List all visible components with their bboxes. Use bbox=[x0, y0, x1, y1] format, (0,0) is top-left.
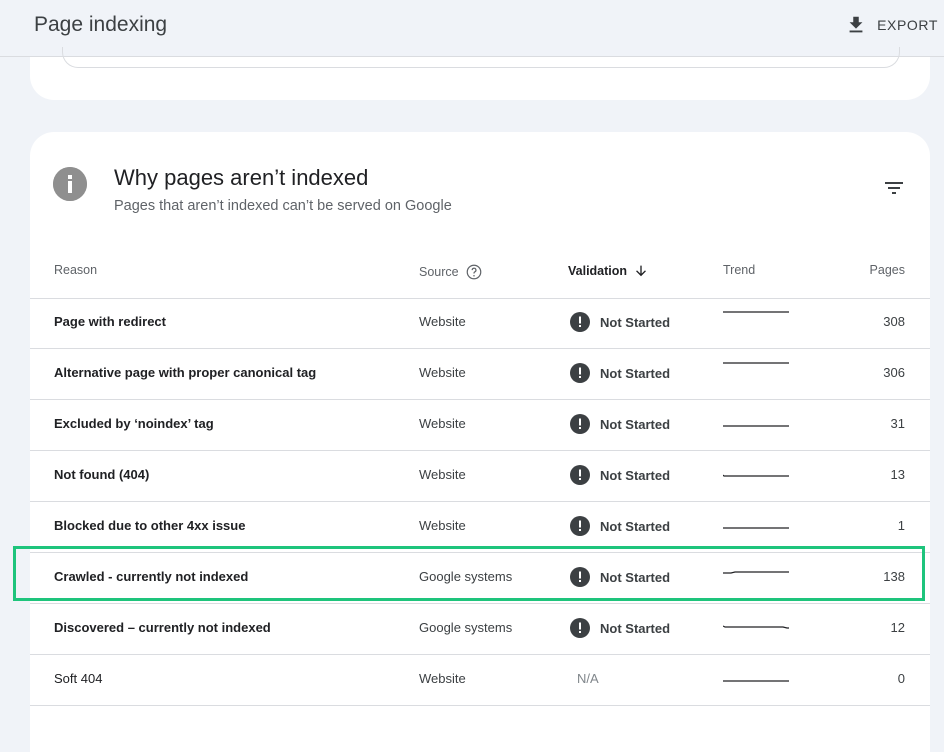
summary-card-bottom bbox=[30, 47, 930, 100]
validation-cell: Not Started bbox=[570, 516, 670, 536]
table-row[interactable]: Excluded by ‘noindex’ tag Website Not St… bbox=[30, 400, 930, 451]
column-header-source[interactable]: Source bbox=[419, 263, 483, 281]
pages-cell: 1 bbox=[897, 518, 905, 533]
column-header-pages[interactable]: Pages bbox=[870, 263, 905, 277]
validation-cell: Not Started bbox=[570, 465, 670, 485]
source-cell: Website bbox=[419, 518, 466, 533]
reason-cell: Discovered – currently not indexed bbox=[54, 620, 271, 635]
alert-icon bbox=[570, 465, 590, 485]
validation-cell: Not Started bbox=[570, 363, 670, 383]
card-subtitle: Pages that aren’t indexed can’t be serve… bbox=[114, 198, 452, 214]
trend-sparkline bbox=[723, 666, 789, 686]
table-row[interactable]: Soft 404 Website N/A 0 bbox=[30, 655, 930, 706]
pages-cell: 308 bbox=[883, 314, 905, 329]
reason-cell: Blocked due to other 4xx issue bbox=[54, 518, 246, 533]
trend-sparkline bbox=[723, 615, 789, 635]
source-cell: Website bbox=[419, 416, 466, 431]
pages-cell: 0 bbox=[897, 671, 905, 686]
alert-icon bbox=[570, 312, 590, 332]
reason-cell: Excluded by ‘noindex’ tag bbox=[54, 416, 214, 431]
trend-sparkline bbox=[723, 309, 789, 329]
validation-cell: Not Started bbox=[570, 618, 670, 638]
validation-cell: Not Started bbox=[570, 312, 670, 332]
column-header-reason[interactable]: Reason bbox=[54, 263, 97, 277]
table-row[interactable]: Not found (404) Website Not Started 13 bbox=[30, 451, 930, 502]
alert-icon bbox=[570, 414, 590, 434]
pages-cell: 13 bbox=[890, 467, 905, 482]
trend-sparkline bbox=[723, 360, 789, 380]
table-row[interactable]: Alternative page with proper canonical t… bbox=[30, 349, 930, 400]
column-header-validation[interactable]: Validation bbox=[568, 263, 649, 279]
source-cell: Website bbox=[419, 467, 466, 482]
info-icon bbox=[53, 167, 87, 201]
reason-cell: Page with redirect bbox=[54, 314, 166, 329]
reason-cell: Not found (404) bbox=[54, 467, 150, 482]
source-cell: Website bbox=[419, 365, 466, 380]
pages-cell: 31 bbox=[890, 416, 905, 431]
sort-arrow-down-icon bbox=[636, 265, 646, 277]
table-header: Reason Source Validation Trend Pages bbox=[30, 250, 930, 299]
table-row[interactable]: Page with redirect Website Not Started 3… bbox=[30, 298, 930, 349]
export-button[interactable]: EXPORT bbox=[845, 14, 938, 36]
reason-cell: Alternative page with proper canonical t… bbox=[54, 365, 317, 380]
alert-icon bbox=[570, 516, 590, 536]
page-title: Page indexing bbox=[34, 13, 168, 36]
alert-icon bbox=[570, 363, 590, 383]
table-row[interactable]: Discovered – currently not indexed Googl… bbox=[30, 604, 930, 655]
pages-cell: 12 bbox=[890, 620, 905, 635]
summary-chart-container bbox=[62, 47, 900, 68]
export-label: EXPORT bbox=[877, 17, 938, 33]
table-body: Page with redirect Website Not Started 3… bbox=[30, 298, 930, 706]
validation-cell: Not Started bbox=[570, 414, 670, 434]
download-icon bbox=[849, 16, 863, 33]
trend-sparkline bbox=[723, 462, 789, 482]
filter-icon[interactable] bbox=[882, 176, 906, 200]
reason-cell: Soft 404 bbox=[54, 671, 103, 686]
help-icon[interactable] bbox=[465, 263, 483, 281]
highlight-box bbox=[13, 546, 925, 601]
validation-cell: N/A bbox=[577, 671, 599, 686]
alert-icon bbox=[570, 618, 590, 638]
column-header-trend: Trend bbox=[723, 263, 756, 277]
trend-sparkline bbox=[723, 513, 789, 533]
why-pages-not-indexed-card: Why pages aren’t indexed Pages that aren… bbox=[30, 132, 930, 752]
card-title: Why pages aren’t indexed bbox=[114, 165, 369, 190]
source-cell: Website bbox=[419, 314, 466, 329]
source-cell: Website bbox=[419, 671, 466, 686]
pages-cell: 306 bbox=[883, 365, 905, 380]
source-cell: Google systems bbox=[419, 620, 513, 635]
trend-sparkline bbox=[723, 411, 789, 431]
